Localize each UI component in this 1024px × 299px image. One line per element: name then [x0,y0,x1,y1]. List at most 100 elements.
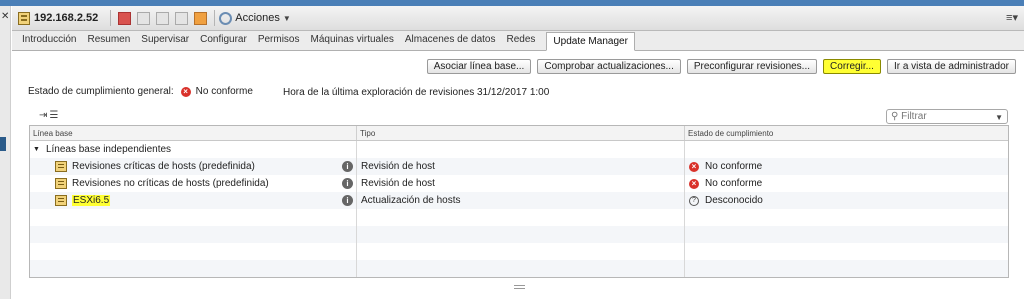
type-cell: Revisión de host [357,175,685,192]
expand-all-icon[interactable]: ⇥ [39,110,49,121]
search-icon: ⚲ [891,111,902,122]
baseline-icon [55,161,67,172]
filter-input[interactable]: ⚲ Filtrar ▼ [886,109,1008,124]
tab-update-manager[interactable]: Update Manager [546,32,635,51]
group-row[interactable]: ▼ Líneas base independientes [30,141,1008,158]
table-header: Línea base Tipo Estado de cumplimiento [30,126,1008,141]
tab-introduccion[interactable]: Introducción [22,34,76,50]
group-name: Líneas base independientes [45,144,172,155]
group-type-cell [357,141,685,158]
tab-redes[interactable]: Redes [507,34,536,50]
expand-triangle-icon[interactable]: ▼ [33,146,40,153]
compliance-cell: × No conforme [685,158,1008,175]
empty-cell [357,243,685,260]
empty-cell [357,226,685,243]
toolbar-separator [110,10,112,26]
actions-menu[interactable]: Acciones [235,12,280,24]
empty-cell [685,243,1008,260]
attach-baseline-button[interactable]: Asociar línea base... [426,59,532,74]
empty-cell [685,260,1008,277]
host-action-icon[interactable] [137,11,151,25]
group-cell: ▼ Líneas base independientes [30,141,357,158]
migrate-icon[interactable] [156,11,170,25]
chevron-down-icon[interactable]: ▼ [995,111,1003,124]
remediate-button[interactable]: Corregir... [823,59,881,74]
empty-row [30,260,1008,277]
empty-cell [685,209,1008,226]
error-icon: × [689,161,699,172]
info-icon[interactable]: i [342,195,353,206]
collapse-all-icon[interactable]: ☰ [49,110,60,121]
compliance-cell: × No conforme [685,175,1008,192]
chevron-down-icon[interactable]: ▼ [283,14,291,23]
column-header-compliance[interactable]: Estado de cumplimiento [685,126,1008,140]
maintenance-icon[interactable] [194,11,208,25]
prestage-patches-button[interactable]: Preconfigurar revisiones... [686,59,818,74]
info-icon[interactable]: i [342,161,353,172]
type-cell: Actualización de hosts [357,192,685,209]
baseline-name: ESXi6.5 [72,195,111,206]
baseline-cell: ESXi6.5 i [30,192,357,209]
admin-view-button[interactable]: Ir a vista de administrador [886,59,1016,74]
last-scan-time: Hora de la última exploración de revisio… [283,87,550,98]
baseline-icon [55,195,67,206]
baseline-name: Revisiones no críticas de hosts (predefi… [72,178,269,189]
error-icon: × [180,86,191,97]
group-status-cell [685,141,1008,158]
compliance-status: Estado de cumplimiento general: × No con… [28,86,253,97]
compliance-label: Estado de cumplimiento general: [28,86,174,97]
toolbar-menu-icon[interactable]: ≡▾ [1006,11,1018,24]
empty-cell [685,226,1008,243]
panel-selection-marker [0,137,6,151]
table-row[interactable]: Revisiones no críticas de hosts (predefi… [30,175,1008,192]
table-row[interactable]: Revisiones críticas de hosts (predefinid… [30,158,1008,175]
baseline-cell: Revisiones no críticas de hosts (predefi… [30,175,357,192]
left-panel-strip[interactable]: ✕ [0,6,11,299]
empty-cell [30,243,357,260]
tab-bar: Introducción Resumen Supervisar Configur… [12,31,1024,51]
filter-placeholder: Filtrar [901,111,927,122]
compliance-text: No conforme [705,161,763,172]
expand-collapse-controls[interactable]: ⇥☰ [39,110,60,121]
empty-row [30,209,1008,226]
tab-configurar[interactable]: Configurar [200,34,247,50]
power-action-icon[interactable] [118,11,132,25]
toolbar-separator [214,10,216,26]
compliance-cell: ? Desconocido [685,192,1008,209]
empty-cell [30,226,357,243]
empty-row [30,243,1008,260]
tab-permisos[interactable]: Permisos [258,34,300,50]
compliance-text: No conforme [705,178,763,189]
tab-almacenes-de-datos[interactable]: Almacenes de datos [405,34,496,50]
tab-resumen[interactable]: Resumen [87,34,130,50]
baseline-icon [55,178,67,189]
column-header-type[interactable]: Tipo [357,126,685,140]
info-icon[interactable]: i [342,178,353,189]
tab-supervisar[interactable]: Supervisar [141,34,189,50]
empty-cell [30,209,357,226]
unknown-icon: ? [689,195,699,206]
type-cell: Revisión de host [357,158,685,175]
host-name: 192.168.2.52 [34,12,99,24]
compliance-value: No conforme [195,86,253,97]
gear-icon[interactable] [219,11,233,25]
error-icon: × [689,178,699,189]
resize-grip[interactable] [514,285,525,289]
empty-row [30,226,1008,243]
host-icon [18,11,30,25]
action-buttons: Asociar línea base... Comprobar actualiz… [426,59,1016,74]
column-header-baseline[interactable]: Línea base [30,126,357,140]
check-updates-button[interactable]: Comprobar actualizaciones... [537,59,681,74]
collapse-icon[interactable]: ✕ [1,11,9,22]
object-toolbar: 192.168.2.52 Acciones ▼ ≡▾ [12,6,1024,31]
table-row[interactable]: ESXi6.5 i Actualización de hosts ? Desco… [30,192,1008,209]
baselines-table: Línea base Tipo Estado de cumplimiento ▼… [29,125,1009,278]
empty-cell [30,260,357,277]
compliance-text: Desconocido [705,195,763,206]
baseline-cell: Revisiones críticas de hosts (predefinid… [30,158,357,175]
tab-maquinas-virtuales[interactable]: Máquinas virtuales [311,34,394,50]
empty-cell [357,260,685,277]
clone-icon[interactable] [175,11,189,25]
baseline-name: Revisiones críticas de hosts (predefinid… [72,161,255,172]
update-manager-panel: Asociar línea base... Comprobar actualiz… [12,52,1024,299]
